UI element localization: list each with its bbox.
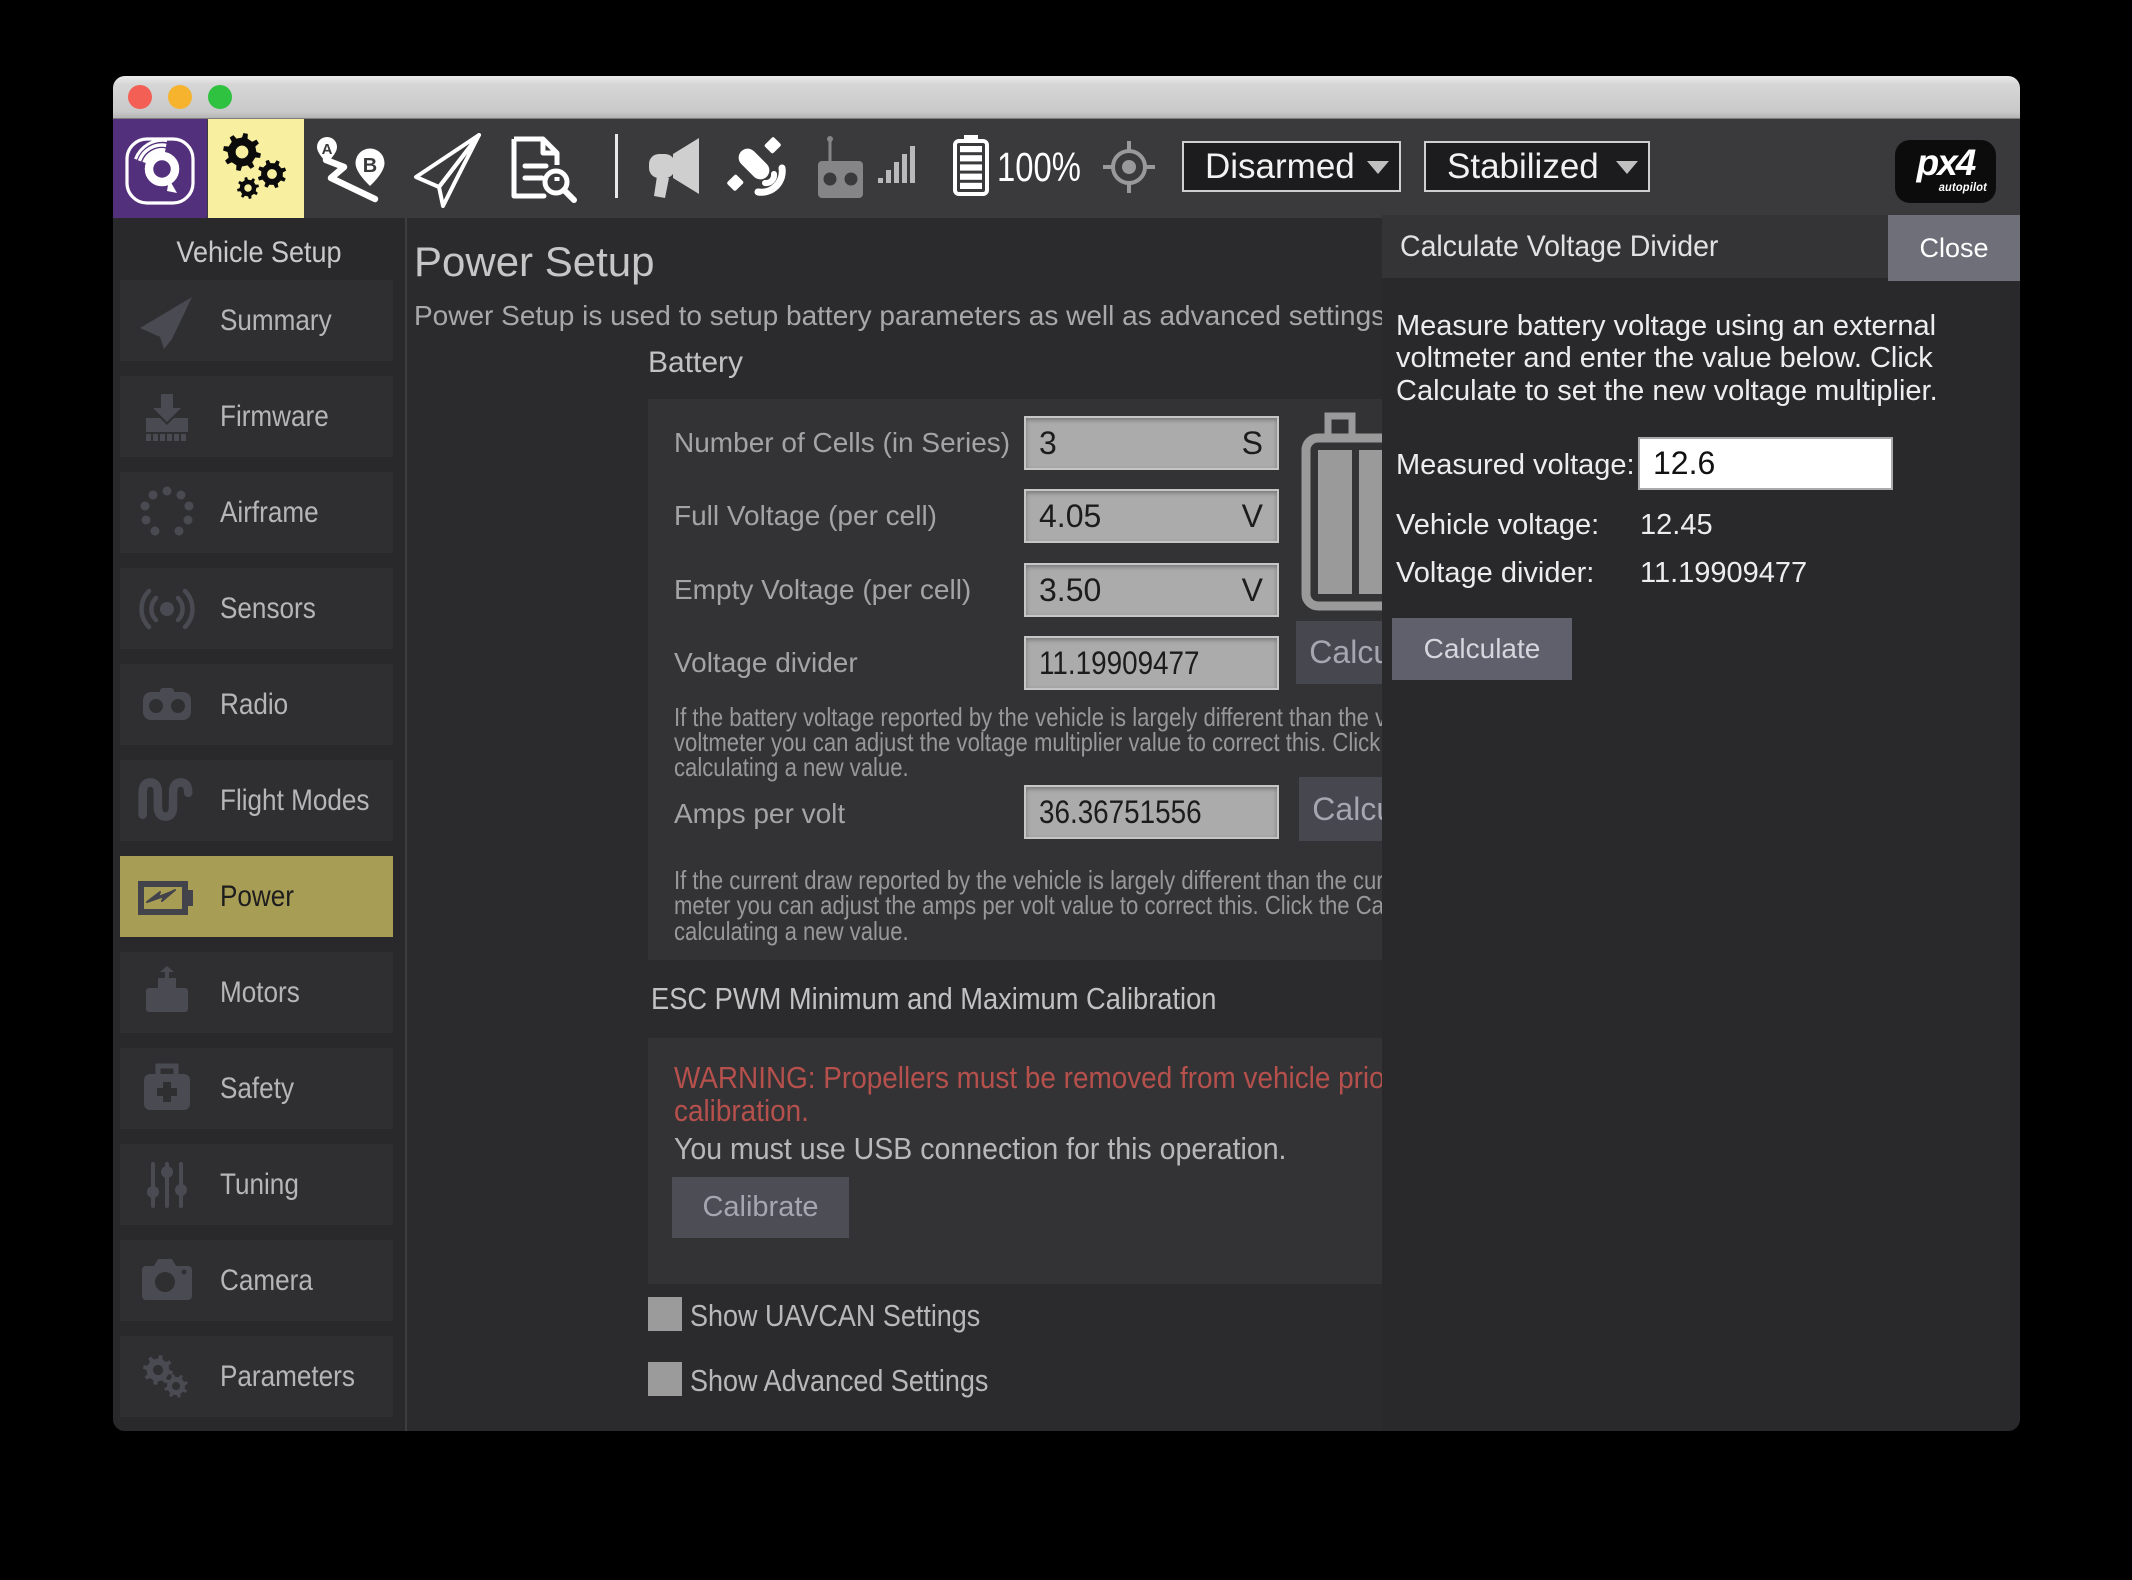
svg-text:B: B (363, 155, 377, 177)
svg-text:A: A (322, 141, 333, 158)
